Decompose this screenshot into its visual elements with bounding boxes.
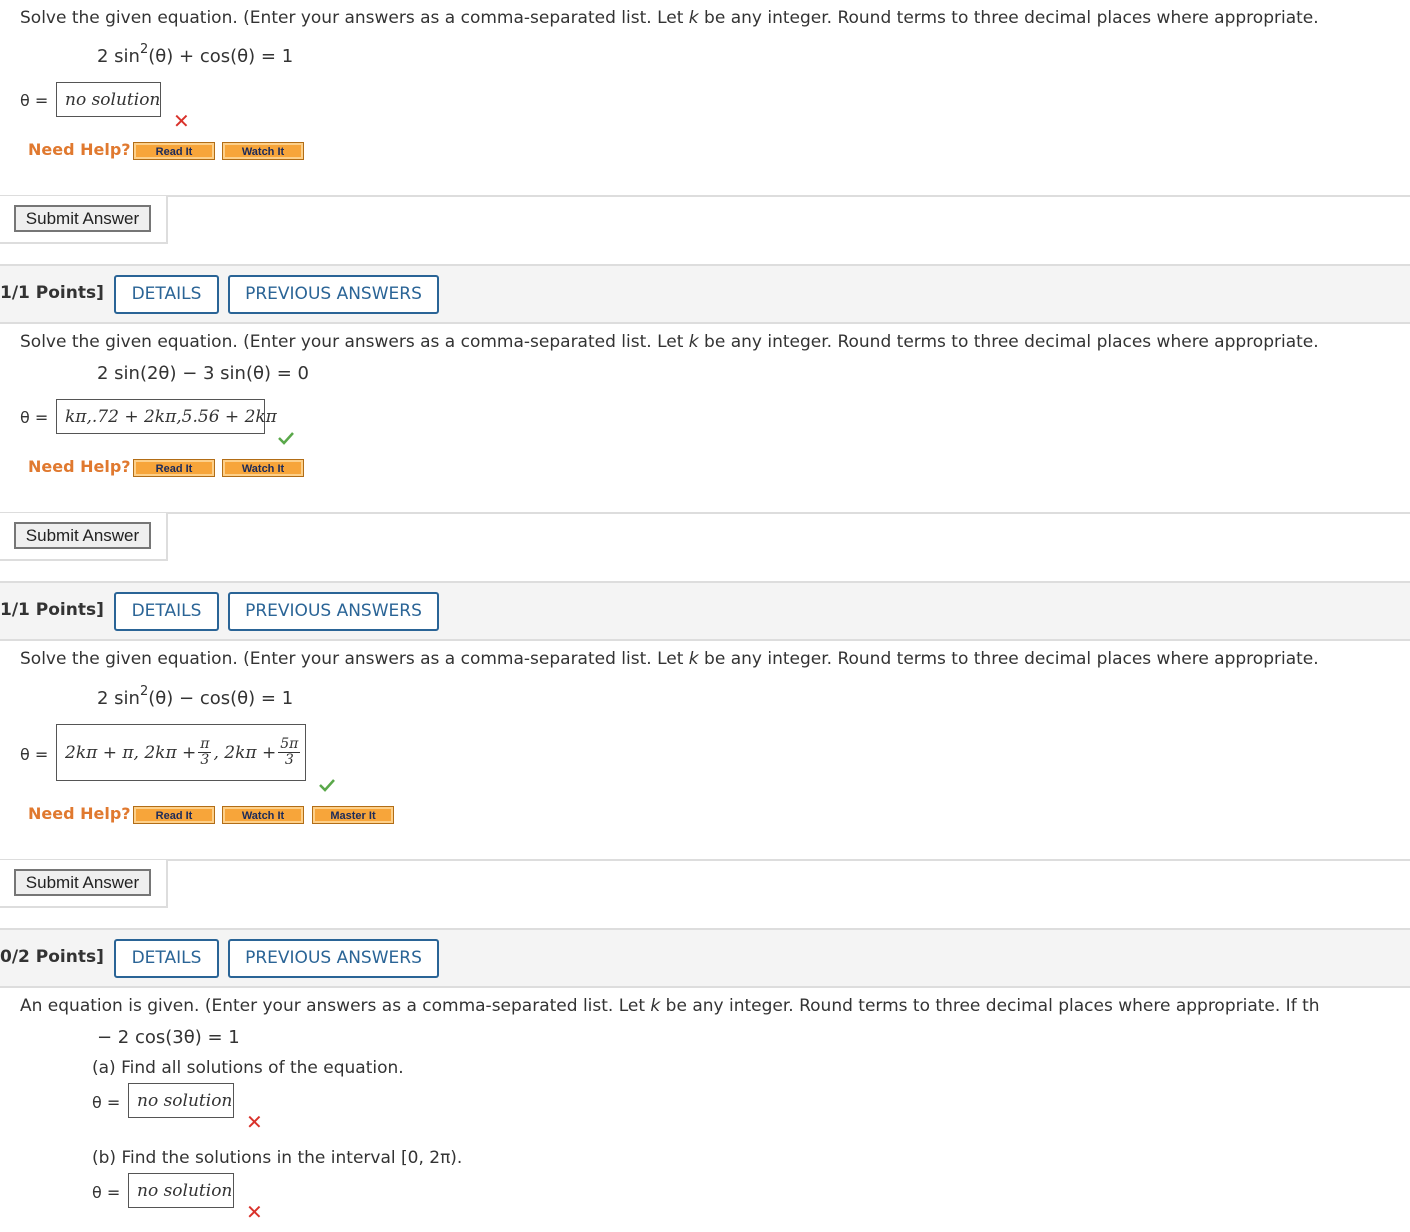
read-it-button[interactable]: Read It bbox=[133, 142, 215, 160]
details-button[interactable]: DETAILS bbox=[114, 275, 219, 314]
prompt-text: An equation is given. (Enter your answer… bbox=[20, 996, 651, 1016]
need-help-label: Need Help? bbox=[28, 804, 131, 823]
equation-text: 2 sin bbox=[97, 46, 140, 67]
prompt-variable-k: k bbox=[688, 649, 699, 669]
equation-exponent: 2 bbox=[139, 684, 149, 699]
answer-fraction: π 3 bbox=[198, 736, 212, 768]
question-header: 1/1 Points] DETAILS PREVIOUS ANSWERS bbox=[0, 264, 1410, 324]
submit-answer-button[interactable]: Submit Answer bbox=[14, 205, 151, 232]
need-help-label: Need Help? bbox=[28, 457, 131, 476]
equation: 2 sin2(θ) − cos(θ) = 1 bbox=[97, 684, 294, 709]
prompt-text: be any integer. Round terms to three dec… bbox=[660, 996, 1320, 1016]
divider bbox=[0, 512, 1410, 514]
answer-input[interactable]: 2kπ + π, 2kπ + π 3 , 2kπ + 5π 3 bbox=[56, 724, 306, 781]
equation-text: (θ) + cos(θ) = 1 bbox=[148, 46, 294, 67]
prompt-text: be any integer. Round terms to three dec… bbox=[698, 8, 1319, 28]
equation-exponent: 2 bbox=[139, 42, 149, 57]
question-prompt: Solve the given equation. (Enter your an… bbox=[20, 332, 1319, 352]
answer-input[interactable]: kπ,.72 + 2kπ,5.56 + 2kπ bbox=[56, 399, 277, 434]
part-a-answer-input[interactable]: no solution bbox=[128, 1083, 234, 1118]
answer-fraction: 5π 3 bbox=[278, 736, 301, 768]
theta-label: θ = bbox=[92, 1093, 121, 1112]
prompt-text: Solve the given equation. (Enter your an… bbox=[20, 332, 689, 352]
question-prompt: Solve the given equation. (Enter your an… bbox=[20, 649, 1319, 669]
webassign-page: Solve the given equation. (Enter your an… bbox=[0, 0, 1410, 1232]
question-prompt: Solve the given equation. (Enter your an… bbox=[20, 8, 1319, 28]
theta-label: θ = bbox=[20, 408, 49, 427]
submit-area: Submit Answer bbox=[0, 860, 168, 908]
check-mark-icon bbox=[319, 779, 335, 792]
part-b-label: (b) Find the solutions in the interval [… bbox=[92, 1148, 463, 1168]
part-b-answer-input[interactable]: no solution bbox=[128, 1173, 234, 1208]
fraction-denominator: 3 bbox=[200, 752, 210, 768]
submit-answer-button[interactable]: Submit Answer bbox=[14, 522, 151, 549]
answer-text: , 2kπ + bbox=[213, 742, 277, 763]
read-it-button[interactable]: Read It bbox=[133, 806, 215, 824]
prompt-variable-k: k bbox=[688, 332, 699, 352]
theta-label: θ = bbox=[20, 745, 49, 764]
theta-label: θ = bbox=[20, 91, 49, 110]
prompt-variable-k: k bbox=[688, 8, 699, 28]
theta-label: θ = bbox=[92, 1183, 121, 1202]
fraction-denominator: 3 bbox=[284, 752, 294, 768]
details-button[interactable]: DETAILS bbox=[114, 592, 219, 631]
question-header: 1/1 Points] DETAILS PREVIOUS ANSWERS bbox=[0, 581, 1410, 641]
fraction-numerator: π bbox=[198, 736, 212, 753]
prompt-variable-k: k bbox=[650, 996, 661, 1016]
check-mark-icon bbox=[278, 432, 294, 445]
equation-text: (θ) − cos(θ) = 1 bbox=[148, 688, 294, 709]
equation-text: 2 sin bbox=[97, 688, 140, 709]
submit-answer-button[interactable]: Submit Answer bbox=[14, 869, 151, 896]
previous-answers-button[interactable]: PREVIOUS ANSWERS bbox=[228, 275, 439, 314]
need-help-label: Need Help? bbox=[28, 140, 131, 159]
points-label: 1/1 Points] bbox=[0, 283, 104, 303]
x-mark-icon: ✕ bbox=[173, 109, 190, 133]
watch-it-button[interactable]: Watch It bbox=[222, 142, 304, 160]
submit-area: Submit Answer bbox=[0, 513, 168, 561]
points-label: 1/1 Points] bbox=[0, 600, 104, 620]
master-it-button[interactable]: Master It bbox=[312, 806, 394, 824]
details-button[interactable]: DETAILS bbox=[114, 939, 219, 978]
prompt-text: Solve the given equation. (Enter your an… bbox=[20, 8, 689, 28]
equation: 2 sin(2θ) − 3 sin(θ) = 0 bbox=[97, 363, 309, 384]
watch-it-button[interactable]: Watch It bbox=[222, 806, 304, 824]
previous-answers-button[interactable]: PREVIOUS ANSWERS bbox=[228, 939, 439, 978]
x-mark-icon: ✕ bbox=[246, 1110, 263, 1134]
watch-it-button[interactable]: Watch It bbox=[222, 459, 304, 477]
divider bbox=[0, 859, 1410, 861]
points-label: 0/2 Points] bbox=[0, 947, 104, 967]
equation: − 2 cos(3θ) = 1 bbox=[97, 1027, 240, 1048]
read-it-button[interactable]: Read It bbox=[133, 459, 215, 477]
fraction-numerator: 5π bbox=[278, 736, 301, 753]
prompt-text: be any integer. Round terms to three dec… bbox=[698, 332, 1319, 352]
answer-text: 2kπ + π, 2kπ + bbox=[65, 742, 197, 763]
submit-area: Submit Answer bbox=[0, 196, 168, 244]
equation: 2 sin2(θ) + cos(θ) = 1 bbox=[97, 42, 294, 67]
question-header: 0/2 Points] DETAILS PREVIOUS ANSWERS bbox=[0, 928, 1410, 988]
previous-answers-button[interactable]: PREVIOUS ANSWERS bbox=[228, 592, 439, 631]
part-a-label: (a) Find all solutions of the equation. bbox=[92, 1058, 404, 1078]
answer-input[interactable]: no solution bbox=[56, 82, 161, 117]
question-prompt: An equation is given. (Enter your answer… bbox=[20, 996, 1320, 1016]
prompt-text: be any integer. Round terms to three dec… bbox=[698, 649, 1319, 669]
x-mark-icon: ✕ bbox=[246, 1200, 263, 1224]
divider bbox=[0, 195, 1410, 197]
prompt-text: Solve the given equation. (Enter your an… bbox=[20, 649, 689, 669]
